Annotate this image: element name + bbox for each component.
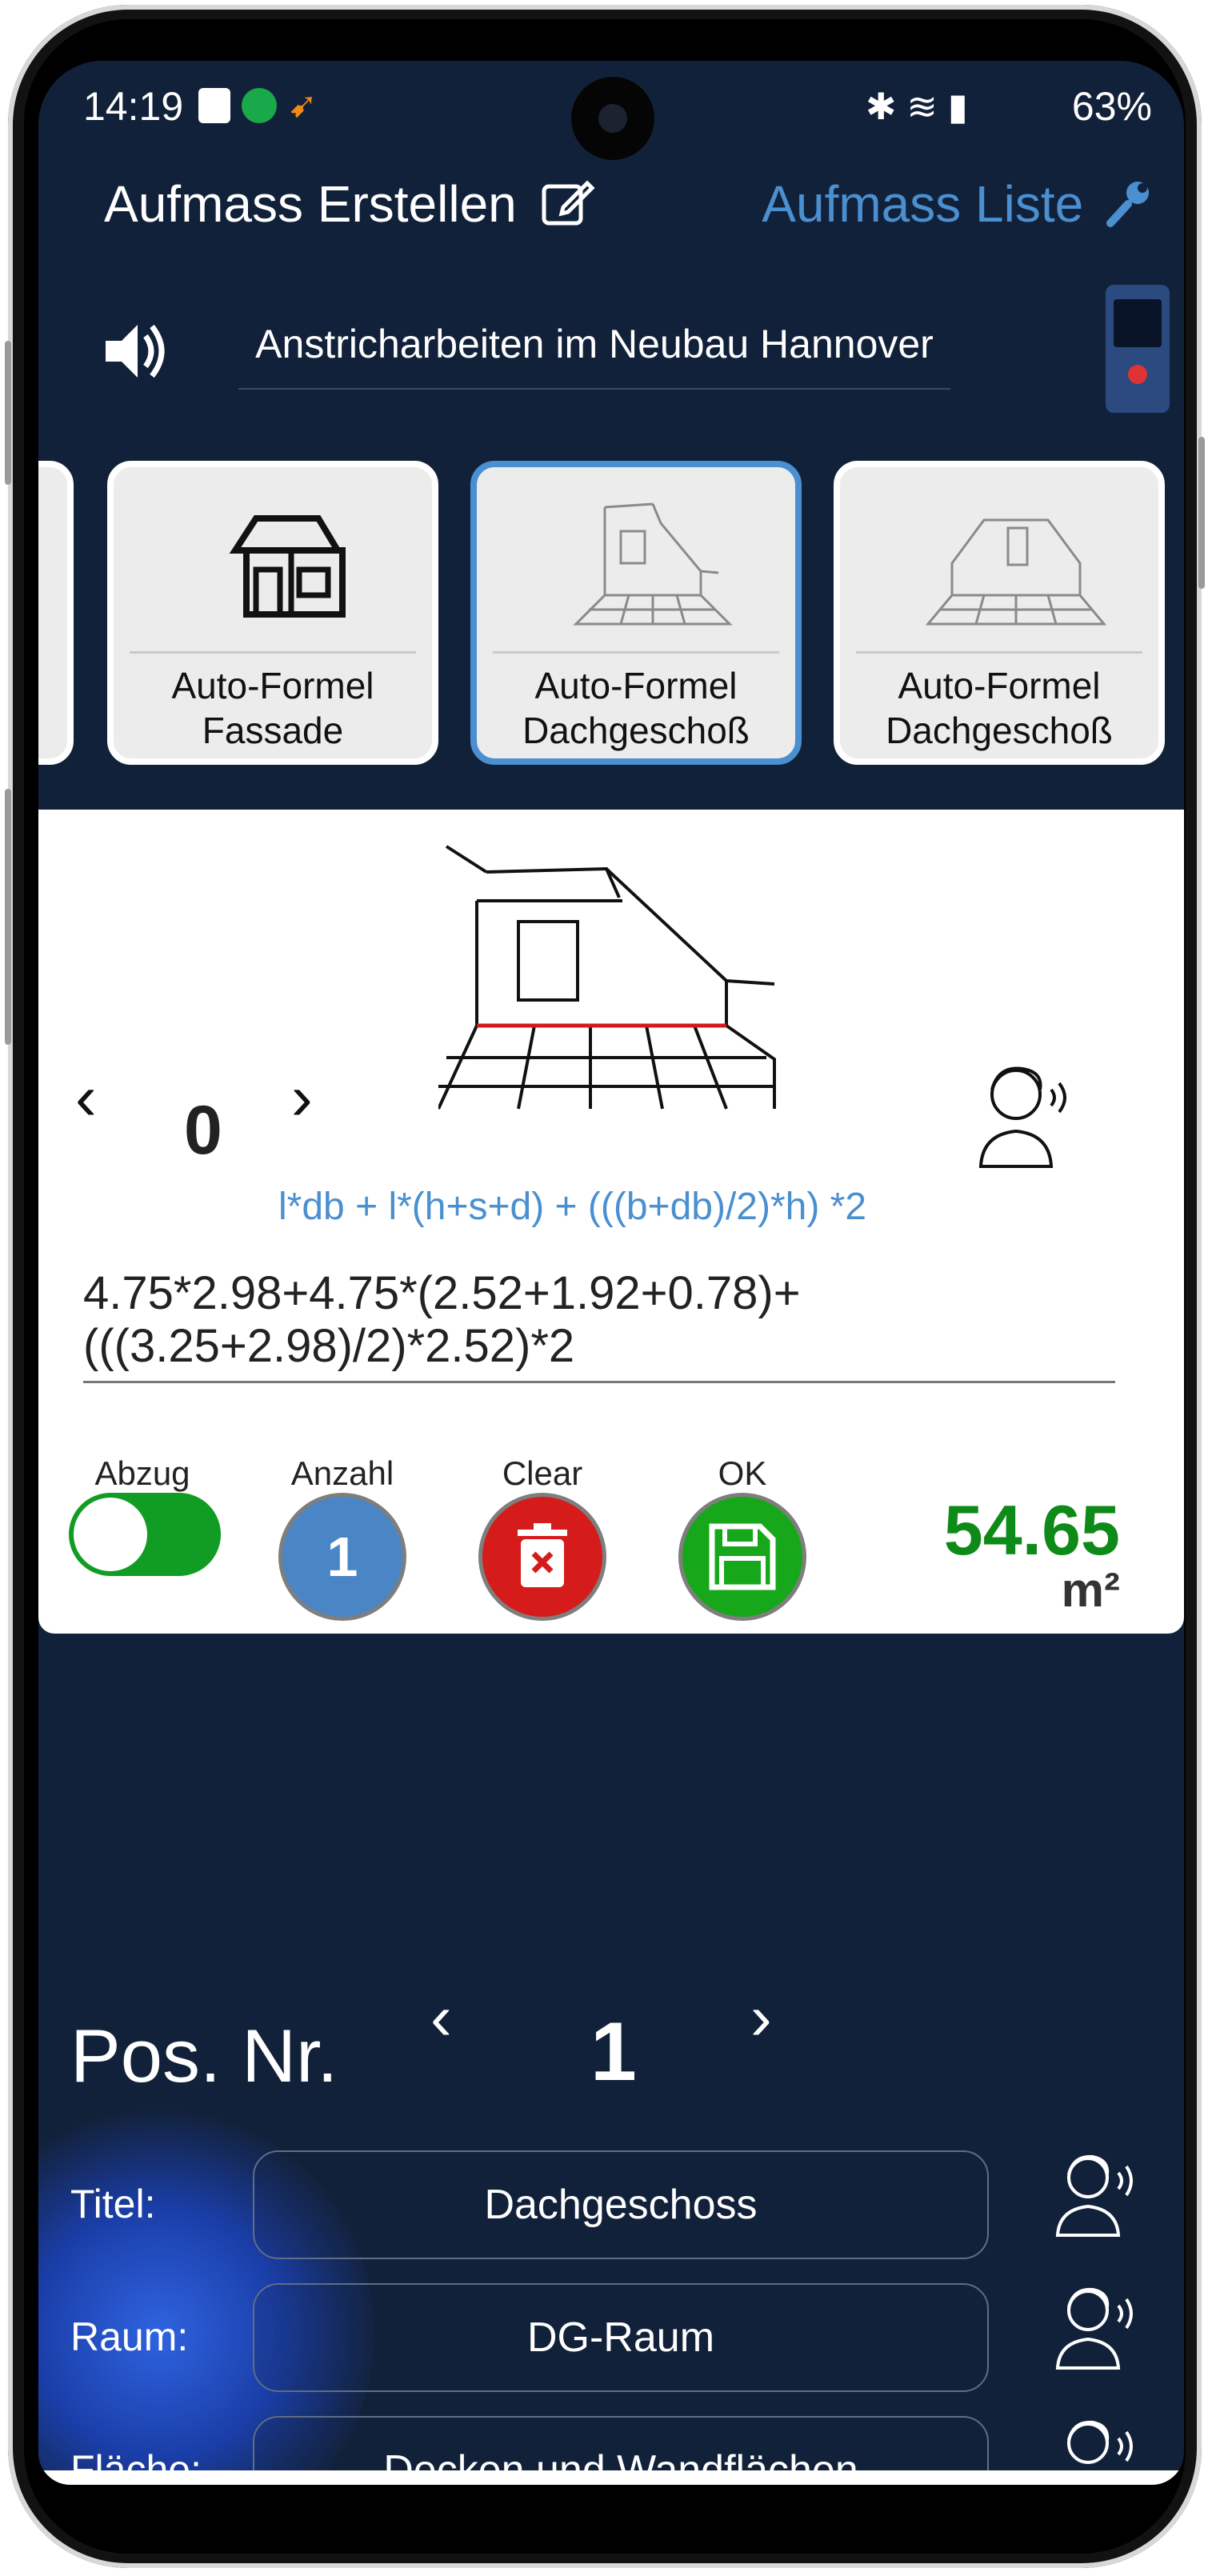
- laser-meter-button: [1128, 365, 1147, 384]
- front-camera: [571, 77, 654, 160]
- counter-prev-button[interactable]: ‹: [75, 1061, 97, 1134]
- side-button-right: [1198, 437, 1205, 589]
- card-label-line1: Auto-Formel: [171, 665, 374, 706]
- battery-text: 63%: [1071, 84, 1152, 129]
- card-label-line2: Dachgeschoß: [522, 710, 750, 751]
- laser-meter-icon[interactable]: [1106, 285, 1170, 413]
- volume-button: [5, 341, 11, 485]
- voice-input-icon[interactable]: [974, 1058, 1078, 1170]
- title-field[interactable]: Dachgeschoss: [253, 2150, 989, 2259]
- attic-room-icon-2: [925, 518, 1107, 626]
- result-unit: m²: [1061, 1563, 1120, 1617]
- counter-value: 0: [184, 1092, 222, 1169]
- card-label: Auto-Formel Dachgeschoß: [840, 663, 1158, 753]
- card-divider: [856, 651, 1142, 654]
- project-title: Anstricharbeiten im Neubau Hannover: [238, 321, 950, 390]
- card-label-line1: Auto-Formel: [534, 665, 738, 706]
- edit-icon: [542, 180, 595, 226]
- clear-label: Clear: [502, 1454, 583, 1492]
- deduction-toggle[interactable]: [69, 1493, 221, 1576]
- deduction-label: Abzug: [94, 1454, 190, 1492]
- position-label: Pos. Nr.: [70, 2014, 338, 2098]
- formula-carousel: Auto-Formel Fassade Auto-Formel Dachgesc…: [38, 461, 1184, 797]
- result-display: 54.65 m²: [944, 1494, 1120, 1614]
- formula-card-attic-selected[interactable]: Auto-Formel Dachgeschoß: [470, 461, 802, 765]
- measurement-list-label: Aufmass Liste: [762, 175, 1084, 233]
- position-next-button[interactable]: ›: [750, 1981, 772, 2054]
- title-label: Titel:: [70, 2182, 156, 2226]
- power-button: [5, 789, 11, 1045]
- wrench-icon: [1106, 182, 1149, 227]
- status-icons-right: ✱ ≋ ▮: [866, 86, 968, 127]
- room-field[interactable]: DG-Raum: [253, 2283, 989, 2392]
- room-sketch-icon: [438, 845, 776, 1110]
- room-label: Raum:: [70, 2314, 189, 2359]
- quantity-value: 1: [326, 1526, 358, 1588]
- ok-label: OK: [718, 1454, 767, 1492]
- app-icon-green: [242, 88, 277, 123]
- bottom-bar: [38, 2470, 1184, 2485]
- house-icon: [229, 515, 346, 618]
- card-label-line1: Auto-Formel: [898, 665, 1101, 706]
- card-label: Auto-Formel Dachgeschoß: [477, 663, 795, 753]
- formula-text: l*db + l*(h+s+d) + (((b+db)/2)*h) *2: [278, 1186, 867, 1228]
- attic-room-icon: [573, 502, 733, 626]
- quantity-label: Anzahl: [290, 1454, 394, 1492]
- card-divider: [130, 651, 416, 654]
- app-icon-orange: ➹: [288, 86, 318, 125]
- result-value: 54.65: [943, 1490, 1120, 1570]
- phone-body: 14:19 ➹ ✱ ≋ ▮ 63% Aufmass Erstellen Aufm…: [5, 5, 1205, 2568]
- status-time: 14:19: [83, 84, 184, 129]
- counter-next-button[interactable]: ›: [291, 1061, 313, 1134]
- position-number: 1: [590, 2006, 637, 2098]
- save-icon: [709, 1523, 776, 1590]
- card-label-line2: Dachgeschoß: [886, 710, 1113, 751]
- trash-icon: [518, 1523, 567, 1587]
- formula-card-facade[interactable]: Auto-Formel Fassade: [107, 461, 438, 765]
- calculation-input[interactable]: 4.75*2.98+4.75*(2.52+1.92+0.78)+(((3.25+…: [83, 1267, 1115, 1383]
- card-label: Auto-Formel Fassade: [114, 663, 432, 753]
- room-voice-icon[interactable]: [1053, 2282, 1141, 2370]
- formula-card-partial[interactable]: [38, 461, 74, 765]
- quantity-button[interactable]: 1: [278, 1493, 406, 1621]
- position-prev-button[interactable]: ‹: [430, 1981, 452, 2054]
- app-screen: 14:19 ➹ ✱ ≋ ▮ 63% Aufmass Erstellen Aufm…: [38, 61, 1184, 2485]
- clear-button[interactable]: [478, 1493, 606, 1621]
- notification-icon: [198, 88, 230, 123]
- title-voice-icon[interactable]: [1053, 2149, 1141, 2237]
- status-icons-left: ➹: [198, 88, 323, 123]
- laser-meter-screen: [1114, 299, 1162, 347]
- card-divider: [493, 651, 779, 654]
- ok-button[interactable]: [678, 1493, 806, 1621]
- formula-card-attic[interactable]: Auto-Formel Dachgeschoß: [834, 461, 1165, 765]
- speaker-icon[interactable]: [101, 315, 173, 387]
- create-measurement-title[interactable]: Aufmass Erstellen: [104, 174, 595, 234]
- card-label-line2: Fassade: [202, 710, 344, 751]
- create-measurement-label: Aufmass Erstellen: [104, 175, 517, 233]
- measurement-list-link[interactable]: Aufmass Liste: [762, 174, 1152, 234]
